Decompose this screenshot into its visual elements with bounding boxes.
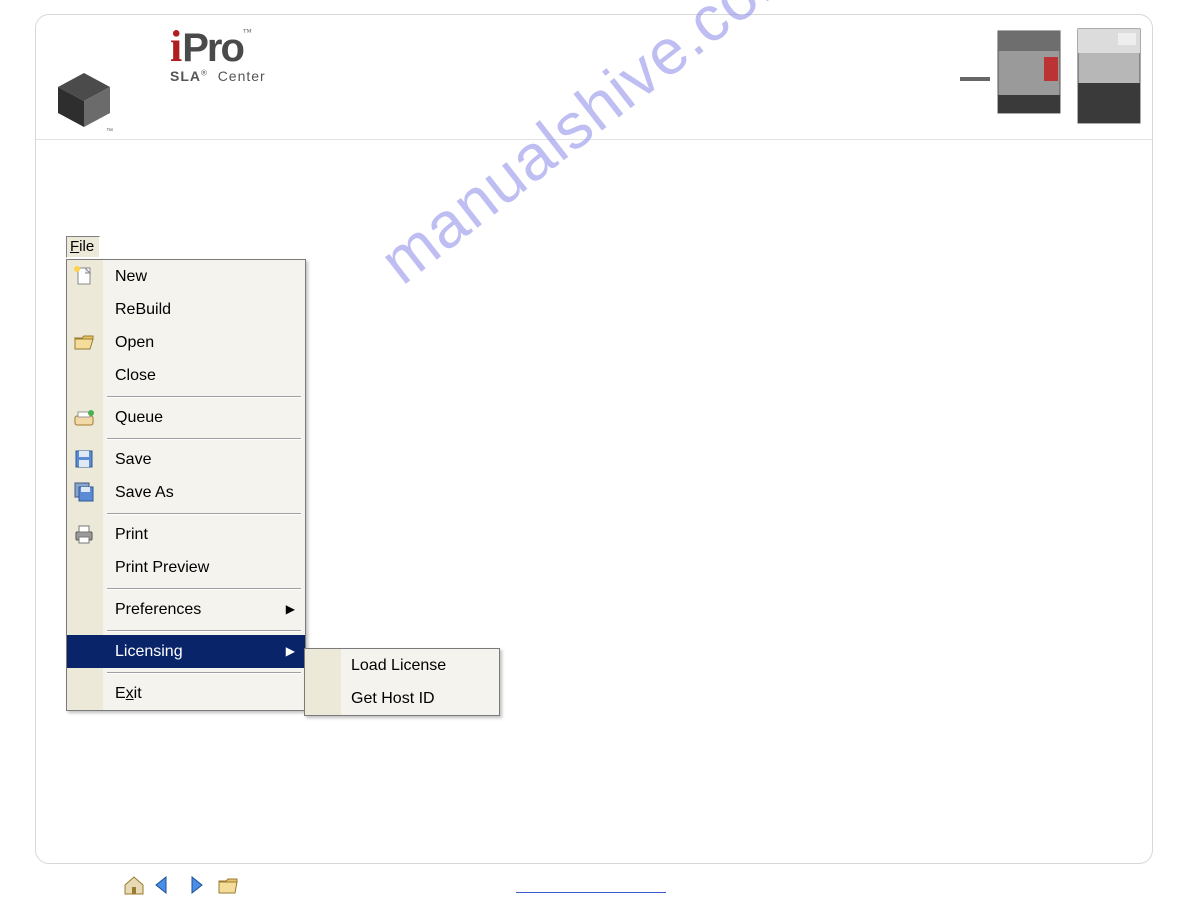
menu-item-close[interactable]: Close xyxy=(67,359,305,392)
menu-item-label: Preferences xyxy=(115,601,201,618)
menu-separator xyxy=(107,513,301,514)
menubar-file-rest: ile xyxy=(79,238,94,255)
printer-graphic-right xyxy=(1074,27,1144,127)
next-arrow-icon[interactable] xyxy=(182,873,206,897)
menu-separator xyxy=(107,672,301,673)
menu-item-new[interactable]: New xyxy=(67,260,305,293)
menu-separator xyxy=(107,396,301,397)
document-frame: ™ iPro™ SLA® Center manualshive.com xyxy=(35,14,1153,864)
menu-item-label: Print xyxy=(115,526,148,543)
printer-icon xyxy=(73,523,95,545)
menu-item-label-post: it xyxy=(134,685,142,702)
queue-icon xyxy=(73,406,95,428)
menu-item-label: New xyxy=(115,268,147,285)
menu-separator xyxy=(107,438,301,439)
save-disk-icon xyxy=(73,448,95,470)
ipro-sub-center: Center xyxy=(218,68,266,84)
menu-item-save-as[interactable]: Save As xyxy=(67,476,305,509)
menu-item-label: ReBuild xyxy=(115,301,171,318)
prev-arrow-icon[interactable] xyxy=(152,873,176,897)
header: ™ iPro™ SLA® Center xyxy=(36,15,1152,140)
new-file-icon xyxy=(73,265,95,287)
ipro-sub-reg: ® xyxy=(201,68,208,77)
svg-text:™: ™ xyxy=(106,128,113,135)
menu-item-save[interactable]: Save xyxy=(67,443,305,476)
menu-item-label: Load License xyxy=(351,657,446,674)
menu-item-label: Open xyxy=(115,334,154,351)
menu-item-label-pre: E xyxy=(115,685,126,702)
menu-item-exit[interactable]: Exit xyxy=(67,677,305,710)
printer-tray-graphic xyxy=(960,77,990,81)
menu-item-open[interactable]: Open xyxy=(67,326,305,359)
menu-item-preferences[interactable]: Preferences ▶ xyxy=(67,593,305,626)
menu-item-label-accel: x xyxy=(126,685,134,702)
folder-icon[interactable] xyxy=(216,873,240,897)
content-area: manualshive.com File New ReBuild Open Cl… xyxy=(36,140,1152,864)
bottom-nav xyxy=(122,873,240,897)
printer-graphic-left xyxy=(992,27,1067,119)
ipro-logo: iPro™ SLA® Center xyxy=(170,21,266,84)
ipro-logo-tm: ™ xyxy=(243,27,252,37)
menu-item-queue[interactable]: Queue xyxy=(67,401,305,434)
menu-item-label: Queue xyxy=(115,409,163,426)
submenu-arrow-icon: ▶ xyxy=(286,635,295,668)
open-folder-icon xyxy=(73,331,95,353)
submenu-arrow-icon: ▶ xyxy=(286,593,295,626)
footer-link-underline[interactable] xyxy=(516,880,666,893)
menu-item-print-preview[interactable]: Print Preview xyxy=(67,551,305,584)
three-d-systems-logo: ™ xyxy=(48,57,120,135)
menu-item-label: Save xyxy=(115,451,151,468)
ipro-logo-pro: Pro xyxy=(182,26,243,70)
menu-item-label: Close xyxy=(115,367,156,384)
home-icon[interactable] xyxy=(122,873,146,897)
menu-separator xyxy=(107,588,301,589)
ipro-sub-sla: SLA xyxy=(170,68,201,84)
menu-item-label: Get Host ID xyxy=(351,690,435,707)
licensing-submenu: Load License Get Host ID xyxy=(304,648,500,716)
menu-item-rebuild[interactable]: ReBuild xyxy=(67,293,305,326)
submenu-item-get-host-id[interactable]: Get Host ID xyxy=(305,682,499,715)
ipro-logo-i: i xyxy=(170,21,182,72)
save-multi-disk-icon xyxy=(73,481,95,503)
submenu-item-load-license[interactable]: Load License xyxy=(305,649,499,682)
menu-item-licensing[interactable]: Licensing ▶ xyxy=(67,635,305,668)
menubar-file-accel: F xyxy=(70,238,79,255)
file-menu-dropdown: New ReBuild Open Close Queue Save xyxy=(66,259,306,711)
menu-item-label: Save As xyxy=(115,484,174,501)
menu-item-label: Licensing xyxy=(115,643,183,660)
menu-item-print[interactable]: Print xyxy=(67,518,305,551)
menu-separator xyxy=(107,630,301,631)
menubar-file[interactable]: File xyxy=(66,236,100,258)
menu-item-label: Print Preview xyxy=(115,559,209,576)
